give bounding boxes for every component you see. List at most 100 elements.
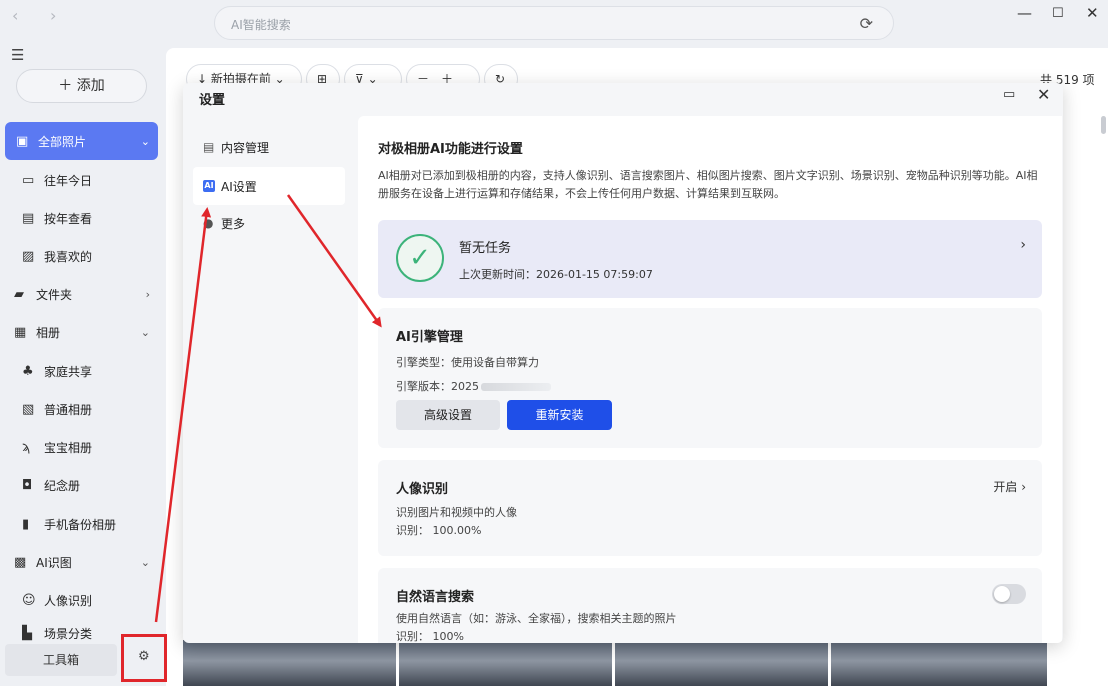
settings-button-highlight[interactable]: ⚙ — [121, 634, 167, 682]
photo-thumbnail[interactable] — [831, 640, 1047, 686]
calendar-icon: ▭ — [22, 172, 35, 188]
minimize-icon[interactable]: — — [1017, 4, 1032, 22]
sidebar-item-label: 我喜欢的 — [44, 249, 93, 264]
album-normal-icon: ▧ — [22, 401, 35, 417]
chevron-down-icon[interactable]: ⌄ — [141, 326, 150, 339]
nl-search-card: 自然语言搜索 使用自然语言（如：游泳、全家福），搜索相关主题的照片 识别： 10… — [378, 568, 1042, 643]
photo-thumbnail[interactable] — [183, 640, 396, 686]
redacted-version — [481, 383, 551, 391]
face-description: 识别图片和视频中的人像 — [396, 506, 517, 519]
sidebar-item-by-year[interactable]: ▤ 按年查看 — [22, 203, 158, 233]
close-icon[interactable]: ✕ — [1037, 85, 1050, 104]
chevron-down-icon[interactable]: ⌄ — [141, 556, 150, 569]
sidebar: ☰ ＋ 添加 ▣ 全部照片 ⌄ ▭ 往年今日 ▤ 按年查看 ▨ 我喜欢的 ▰ 文… — [0, 46, 167, 686]
sidebar-item-family[interactable]: ♣ 家庭共享 — [22, 356, 158, 386]
task-status-card[interactable]: ✓ 暂无任务 上次更新时间：2026-01-15 07:59:07 › — [378, 220, 1042, 298]
sidebar-item-baby-album[interactable]: ϡ 宝宝相册 — [22, 432, 158, 462]
add-button[interactable]: ＋ 添加 — [16, 69, 147, 103]
sidebar-item-face[interactable]: ☺ 人像识别 — [22, 585, 158, 615]
engine-version: 引擎版本：2025 — [396, 380, 479, 393]
face-state[interactable]: 开启 › — [993, 478, 1026, 495]
search-placeholder: AI智能搜索 — [231, 18, 291, 32]
sidebar-item-label: 文件夹 — [36, 287, 73, 302]
advanced-settings-button[interactable]: 高级设置 — [396, 400, 500, 430]
settings-dialog: 设置 ▭ ✕ ▤ 内容管理 AI AI设置 ● 更多 对极相册AI功能进行设置 … — [183, 83, 1063, 643]
document-icon: ▤ — [203, 140, 215, 154]
engine-type: 引擎类型：使用设备自带算力 — [396, 356, 539, 369]
ai-image-icon: ▩ — [14, 554, 27, 570]
maximize-icon[interactable]: ☐ — [1052, 6, 1064, 21]
sidebar-item-folder[interactable]: ▰ 文件夹 › — [14, 279, 158, 309]
chevron-down-icon[interactable]: ⌄ — [141, 135, 150, 148]
photo-icon: ▣ — [16, 133, 29, 149]
maximize-icon[interactable]: ▭ — [1003, 87, 1015, 102]
face-title: 人像识别 — [396, 482, 449, 497]
engine-title: AI引擎管理 — [396, 330, 463, 345]
engine-version-row: 引擎版本：2025 — [396, 378, 551, 394]
phone-icon: ▮ — [22, 516, 30, 532]
photo-thumbnail[interactable] — [615, 640, 828, 686]
close-icon[interactable]: ✕ — [1086, 4, 1099, 22]
sidebar-item-memorial[interactable]: ◘ 纪念册 — [22, 470, 158, 500]
sidebar-item-phone-backup[interactable]: ▮ 手机备份相册 — [22, 509, 158, 539]
favorite-icon: ▨ — [22, 248, 35, 264]
forward-icon[interactable]: › — [50, 6, 56, 25]
chevron-right-icon[interactable]: › — [1020, 237, 1026, 253]
sidebar-item-all-photos[interactable]: ▣ 全部照片 ⌄ — [5, 122, 158, 160]
sidebar-item-normal-album[interactable]: ▧ 普通相册 — [22, 394, 158, 424]
ai-search-icon[interactable]: ⟳ — [860, 14, 873, 33]
ai-engine-card: AI引擎管理 引擎类型：使用设备自带算力 引擎版本：2025 高级设置 重新安装 — [378, 308, 1042, 448]
task-status-title: 暂无任务 — [459, 241, 512, 256]
nl-search-title: 自然语言搜索 — [396, 590, 475, 605]
family-icon: ♣ — [22, 363, 34, 379]
sidebar-item-label: 按年查看 — [44, 211, 93, 226]
scrollbar[interactable] — [1101, 116, 1106, 134]
sidebar-item-label: 场景分类 — [44, 626, 93, 641]
face-state-label: 开启 — [993, 480, 1018, 494]
collapse-sidebar-icon[interactable]: ☰ — [11, 46, 24, 64]
sidebar-item-label: 往年今日 — [44, 173, 93, 188]
nl-search-description: 使用自然语言（如：游泳、全家福），搜索相关主题的照片 — [396, 612, 677, 625]
dialog-nav-label: 更多 — [221, 216, 246, 231]
back-icon[interactable]: ‹ — [12, 6, 18, 25]
scene-icon: ▙ — [22, 625, 32, 641]
dialog-nav-ai-settings[interactable]: AI AI设置 — [193, 167, 345, 205]
sidebar-item-label: 手机备份相册 — [44, 517, 117, 532]
ai-icon: AI — [203, 180, 215, 192]
settings-content: 对极相册AI功能进行设置 AI相册对已添加到极相册的内容，支持人像识别、语言搜索… — [358, 116, 1062, 643]
memorial-icon: ◘ — [22, 477, 33, 493]
album-icon: ▦ — [14, 324, 27, 340]
sidebar-item-favorites[interactable]: ▨ 我喜欢的 — [22, 241, 158, 271]
last-update-time: 上次更新时间：2026-01-15 07:59:07 — [459, 268, 653, 281]
sidebar-item-label: 宝宝相册 — [44, 440, 93, 455]
search-bar[interactable]: AI智能搜索 ⟳ — [214, 6, 894, 40]
folder-icon: ▰ — [14, 286, 24, 302]
section-description: AI相册对已添加到极相册的内容，支持人像识别、语言搜索图片、相似图片搜索、图片文… — [378, 169, 1038, 200]
dialog-nav-label: AI设置 — [221, 179, 257, 194]
dialog-nav-content[interactable]: ▤ 内容管理 — [193, 128, 345, 166]
sidebar-item-ai-image[interactable]: ▩ AI识图 ⌄ — [14, 547, 158, 577]
year-icon: ▤ — [22, 210, 35, 226]
chevron-right-icon[interactable]: › — [146, 288, 150, 301]
toolbox-button[interactable]: 工具箱 — [5, 644, 117, 676]
sidebar-item-album[interactable]: ▦ 相册 ⌄ — [14, 317, 158, 347]
section-title: 对极相册AI功能进行设置 — [378, 142, 523, 157]
dialog-nav-more[interactable]: ● 更多 — [193, 204, 345, 242]
gear-icon[interactable]: ⚙ — [138, 649, 150, 664]
check-icon: ✓ — [396, 234, 444, 282]
reinstall-button[interactable]: 重新安装 — [507, 400, 612, 430]
sidebar-item-this-day[interactable]: ▭ 往年今日 — [22, 165, 158, 195]
title-bar: ‹ › AI智能搜索 ⟳ — ☐ ✕ — [0, 0, 1108, 46]
photo-thumbnail[interactable] — [399, 640, 612, 686]
nl-search-rate: 识别： 100% — [396, 630, 464, 643]
baby-icon: ϡ — [22, 439, 31, 455]
face-recognition-card[interactable]: 人像识别 识别图片和视频中的人像 识别： 100.00% 开启 › — [378, 460, 1042, 556]
nl-search-toggle[interactable] — [992, 584, 1026, 604]
sidebar-item-label: 相册 — [36, 325, 61, 340]
sidebar-item-label: 家庭共享 — [44, 364, 93, 379]
face-rate: 识别： 100.00% — [396, 524, 482, 537]
dialog-title: 设置 — [199, 93, 226, 108]
face-icon: ☺ — [22, 592, 36, 608]
sidebar-item-label: AI识图 — [36, 555, 72, 570]
sidebar-item-label: 全部照片 — [38, 134, 87, 149]
